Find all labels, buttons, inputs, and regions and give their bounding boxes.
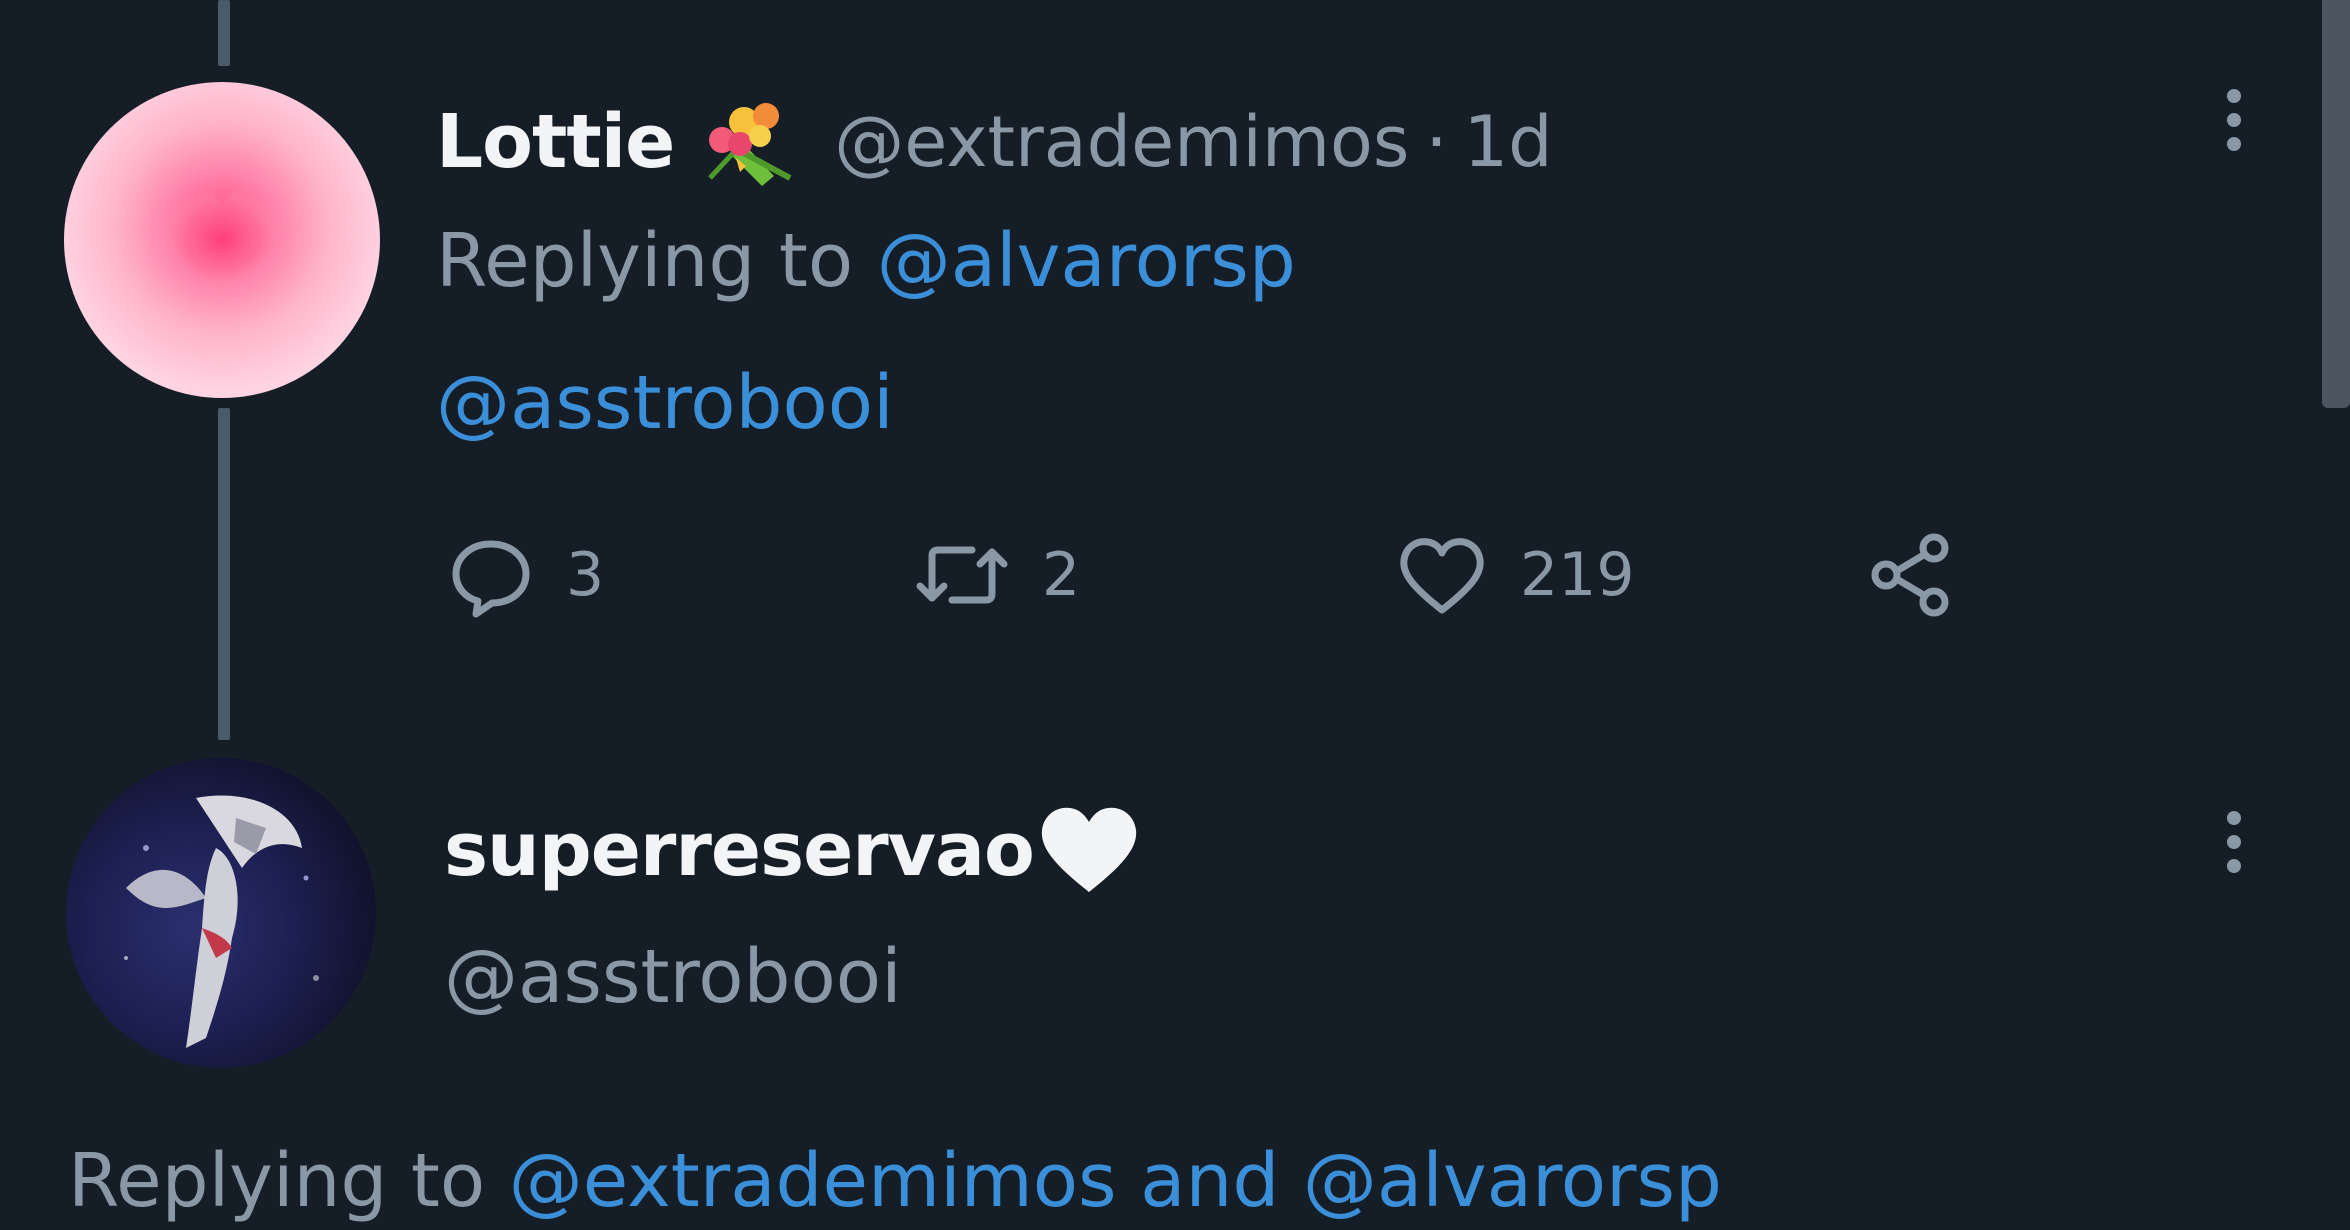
more-options-icon[interactable] xyxy=(2214,804,2254,894)
white-heart-icon xyxy=(1034,800,1144,900)
replying-to: Replying to @extrademimos and @alvarorsp xyxy=(68,1138,1722,1224)
bouquet-icon xyxy=(700,92,800,192)
mention-link[interactable]: @alvarorsp xyxy=(877,218,1296,304)
separator-dot: · xyxy=(1425,101,1448,183)
avatar-lottie[interactable] xyxy=(64,82,380,398)
like-count: 219 xyxy=(1520,540,1635,610)
conjunction: and xyxy=(1140,1138,1280,1224)
scrollbar-thumb[interactable] xyxy=(2322,0,2350,408)
mention-link[interactable]: @extrademimos xyxy=(509,1138,1117,1224)
retweet-icon xyxy=(916,546,1008,604)
heart-icon xyxy=(1400,538,1484,614)
comment-icon xyxy=(452,540,530,618)
mention-link[interactable]: @alvarorsp xyxy=(1303,1138,1722,1224)
display-name[interactable]: superreservao xyxy=(444,807,1035,893)
replying-prefix: Replying to xyxy=(436,218,854,304)
display-name[interactable]: Lottie xyxy=(436,99,675,185)
reply-header: superreservao xyxy=(444,798,1144,902)
like-button[interactable]: 219 xyxy=(1394,530,1635,620)
replying-to: Replying to @alvarorsp xyxy=(436,218,1296,304)
thread-line-top xyxy=(218,0,230,66)
reply-count: 3 xyxy=(566,540,605,610)
tweet-header: Lottie @extrademimos · 1d xyxy=(436,92,1553,192)
avatar-superreservao[interactable] xyxy=(66,758,376,1068)
retweet-count: 2 xyxy=(1042,540,1081,610)
thread-line xyxy=(218,408,230,740)
user-handle[interactable]: @asstrobooi xyxy=(444,934,902,1020)
reply-button[interactable]: 3 xyxy=(446,530,604,620)
heart-avatar-graphic xyxy=(158,186,286,292)
user-handle[interactable]: @extrademimos xyxy=(834,101,1409,183)
retweet-button[interactable]: 2 xyxy=(912,530,1080,620)
tweet-text-mention[interactable]: @asstrobooi xyxy=(436,360,894,446)
more-options-icon[interactable] xyxy=(2214,82,2254,172)
replying-prefix: Replying to xyxy=(68,1138,486,1224)
angel-avatar-graphic xyxy=(124,795,319,1048)
share-button[interactable] xyxy=(1862,530,1958,620)
timestamp[interactable]: 1d xyxy=(1464,101,1553,183)
share-icon xyxy=(1871,533,1949,617)
